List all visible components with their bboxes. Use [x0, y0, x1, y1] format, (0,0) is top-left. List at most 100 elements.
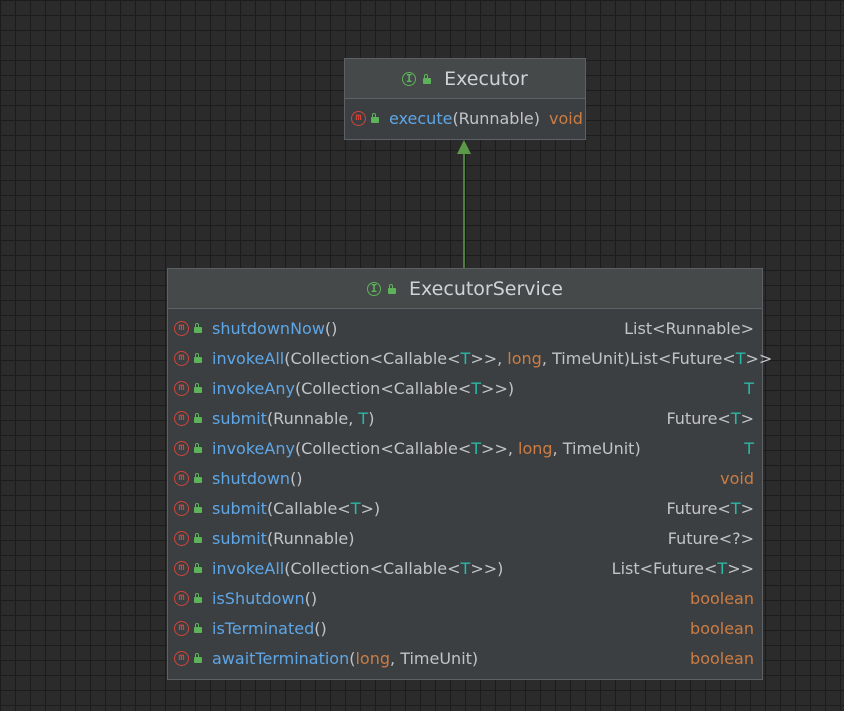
signature-part: , TimeUnit)	[541, 348, 630, 368]
executor-service-members: m shutdownNow() List<Runnable> m invokeAll(C…	[168, 309, 772, 673]
return-type-part: Future<	[666, 408, 731, 428]
method-icon: m	[174, 380, 189, 396]
method-icon: m	[174, 650, 189, 666]
signature-part: , TimeUnit)	[552, 438, 641, 458]
return-type-part: Future<?>	[667, 528, 754, 548]
method-row[interactable]: m invokeAll(Collection<Callable<T>>) List<…	[168, 553, 762, 583]
method-name: submit	[212, 408, 267, 428]
method-icons: m	[351, 110, 389, 126]
return-type: List<Future<T>>	[630, 349, 772, 368]
signature-part: T	[460, 348, 471, 368]
method-row[interactable]: m invokeAll(Collection<Callable<T>>, long…	[168, 343, 772, 373]
executor-members: m execute(Runnable) void	[345, 99, 585, 133]
method-icons: m	[174, 410, 212, 426]
method-name: isShutdown	[212, 588, 305, 608]
signature-part: T	[358, 408, 369, 428]
method-icons: m	[174, 500, 212, 516]
method-row[interactable]: m submit(Runnable, T) Future< T >	[168, 403, 762, 433]
method-name: execute	[389, 108, 453, 128]
method-icons: m	[174, 560, 212, 576]
signature-part: long	[507, 348, 542, 368]
method-icon: m	[174, 320, 189, 336]
public-lock-icon	[194, 383, 203, 393]
return-type: void	[720, 469, 754, 488]
signature-part: (Runnable,	[266, 408, 359, 428]
method-name: invokeAll	[212, 558, 285, 578]
method-row[interactable]: m isShutdown() boolean	[168, 583, 762, 613]
signature-part: T	[471, 438, 482, 458]
interface-icon: I	[367, 281, 382, 296]
signature-part: (Collection<Callable<	[294, 438, 472, 458]
method-name: submit	[212, 498, 267, 518]
method-signature: submit(Runnable, T)	[212, 409, 666, 428]
return-type: Future<T>	[666, 499, 754, 518]
return-type: List<Future<T>>	[612, 559, 754, 578]
return-type: List<Runnable>	[624, 319, 754, 338]
method-row[interactable]: m shutdown() void	[168, 463, 762, 493]
return-type-part: Future<	[666, 498, 731, 518]
signature-part: (Callable<	[266, 498, 351, 518]
signature-part: T	[471, 378, 482, 398]
method-row[interactable]: m shutdownNow() List<Runnable>	[168, 313, 762, 343]
signature-part: (Runnable)	[452, 108, 540, 128]
return-type-part: List<Runnable>	[624, 318, 754, 338]
return-type: Future<?>	[668, 529, 754, 548]
method-row[interactable]: m execute(Runnable) void	[345, 103, 585, 133]
executor-service-header: I ExecutorService	[168, 269, 762, 309]
executor-node[interactable]: I Executor m execute(Runnable) void	[344, 58, 586, 140]
method-icon: m	[174, 500, 189, 516]
signature-part: )	[368, 408, 375, 428]
signature-part: >>)	[470, 558, 504, 578]
method-icon: m	[174, 410, 189, 426]
return-type-part: T	[744, 438, 754, 458]
signature-part: >>)	[481, 378, 515, 398]
return-type-part: boolean	[690, 648, 754, 668]
method-signature: invokeAny(Collection<Callable<T>>, long,…	[212, 439, 744, 458]
method-icons: m	[174, 380, 212, 396]
method-name: awaitTermination	[212, 648, 350, 668]
method-icons: m	[174, 590, 212, 606]
public-lock-icon	[194, 323, 203, 333]
signature-part: ()	[314, 618, 327, 638]
method-signature: invokeAll(Collection<Callable<T>>, long,…	[212, 349, 630, 368]
method-row[interactable]: m submit(Runnable) Future<?>	[168, 523, 762, 553]
public-lock-icon	[194, 623, 203, 633]
signature-part: long	[518, 438, 553, 458]
method-row[interactable]: m isTerminated() boolean	[168, 613, 762, 643]
method-row[interactable]: m awaitTermination(long, TimeUnit) boolean	[168, 643, 762, 673]
method-icon: m	[351, 110, 366, 126]
executor-service-node[interactable]: I ExecutorService m shutdownNow () List<Run…	[167, 268, 772, 680]
method-name: shutdownNow	[212, 318, 325, 338]
method-row[interactable]: m invokeAny(Collection<Callable<T>>, long…	[168, 433, 762, 463]
interface-icon: I	[402, 71, 417, 86]
method-icon: m	[174, 350, 189, 366]
signature-part: (Collection<Callable<	[284, 348, 461, 368]
public-lock-icon	[194, 353, 203, 363]
method-icons: m	[174, 620, 212, 636]
public-lock-icon	[194, 413, 203, 423]
method-icons: m	[174, 530, 212, 546]
signature-part: (Runnable)	[266, 528, 355, 548]
return-type-part: boolean	[690, 588, 754, 608]
method-signature: submit(Callable<T>)	[212, 499, 666, 518]
public-lock-icon	[194, 593, 203, 603]
public-lock-icon	[194, 563, 203, 573]
signature-part: (Collection<Callable<	[284, 558, 461, 578]
return-type-part: >>	[745, 348, 773, 368]
return-type: T	[744, 439, 754, 458]
method-icons: m	[174, 440, 212, 456]
return-type: boolean	[690, 619, 754, 638]
method-icon: m	[174, 530, 189, 546]
method-name: invokeAny	[212, 378, 295, 398]
signature-part: T	[460, 558, 471, 578]
signature-part: long	[355, 648, 391, 668]
inheritance-arrowhead	[457, 140, 471, 154]
return-type-part: >>	[727, 558, 754, 578]
method-icons: m	[174, 650, 212, 666]
method-row[interactable]: m submit(Callable<T>) Future<T>	[168, 493, 762, 523]
method-icon: m	[174, 590, 189, 606]
return-type-part: >	[740, 408, 754, 428]
method-row[interactable]: m invokeAny(Collection<Callable<T>>) T	[168, 373, 762, 403]
method-name: shutdown	[212, 468, 291, 488]
public-lock-icon	[194, 503, 203, 513]
